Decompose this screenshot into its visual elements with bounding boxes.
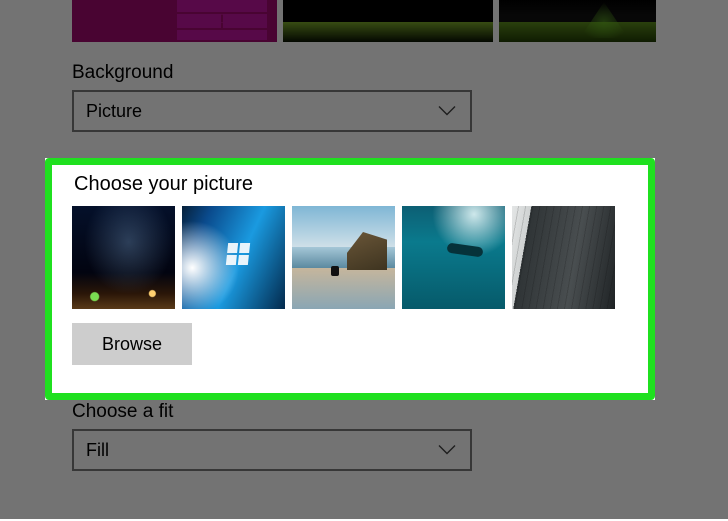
background-dropdown[interactable]: Picture — [72, 90, 472, 132]
choose-a-fit-label: Choose a fit — [72, 401, 656, 423]
fit-dropdown-value: Fill — [86, 440, 109, 461]
picture-thumbnails — [72, 206, 656, 309]
preview-row — [72, 0, 656, 42]
background-label: Background — [72, 62, 656, 84]
preview-photo-2 — [499, 0, 656, 42]
picture-thumb-1[interactable] — [72, 206, 175, 309]
chevron-down-icon — [438, 101, 456, 122]
picture-thumb-2[interactable] — [182, 206, 285, 309]
picture-thumb-5[interactable] — [512, 206, 615, 309]
preview-desktop — [72, 0, 277, 42]
chevron-down-icon — [438, 440, 456, 461]
picture-thumb-4[interactable] — [402, 206, 505, 309]
personalization-background-page: Background Picture Choose your picture B… — [0, 0, 728, 519]
fit-dropdown[interactable]: Fill — [72, 429, 472, 471]
choose-a-fit-section: Choose a fit Fill — [72, 401, 656, 471]
browse-button[interactable]: Browse — [72, 323, 192, 365]
picture-thumb-3[interactable] — [292, 206, 395, 309]
preview-photo-1 — [283, 0, 493, 42]
choose-your-picture-label: Choose your picture — [74, 173, 656, 196]
background-dropdown-value: Picture — [86, 101, 142, 122]
choose-your-picture-section: Choose your picture Browse — [72, 170, 656, 365]
